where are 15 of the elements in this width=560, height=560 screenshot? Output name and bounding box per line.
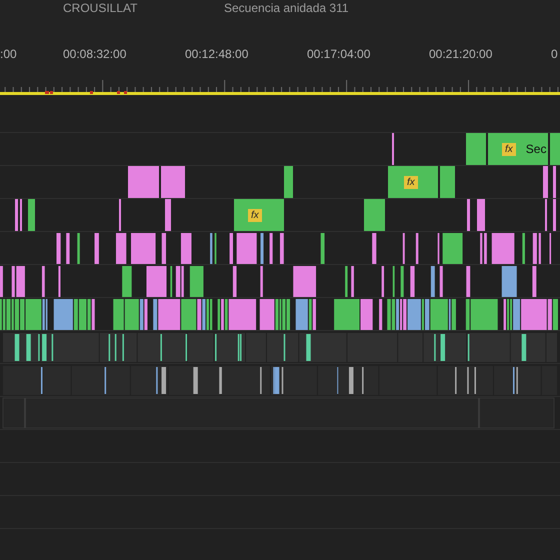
- video-clip[interactable]: fx: [234, 199, 284, 231]
- effect-badge: fx: [502, 142, 516, 156]
- video-clip[interactable]: fx Sec: [488, 133, 548, 165]
- video-clip[interactable]: fx: [388, 166, 438, 198]
- timecode-label: 00:12:48:00: [185, 47, 250, 61]
- timecode-label: 00:08:32:00: [63, 47, 128, 61]
- timecode-label: :00: [0, 47, 18, 61]
- timecode-label: 00:17:04:00: [307, 47, 372, 61]
- effect-badge: fx: [404, 176, 418, 188]
- effect-badge: fx: [248, 208, 262, 222]
- timecode-label: 00:21:20:00: [429, 47, 494, 61]
- sequence-tab[interactable]: Secuencia anidada 311: [224, 0, 349, 40]
- sequence-tab[interactable]: CROUSILLAT: [63, 0, 224, 40]
- timecode-label: 0: [551, 47, 559, 61]
- clip-title: Sec: [526, 142, 546, 156]
